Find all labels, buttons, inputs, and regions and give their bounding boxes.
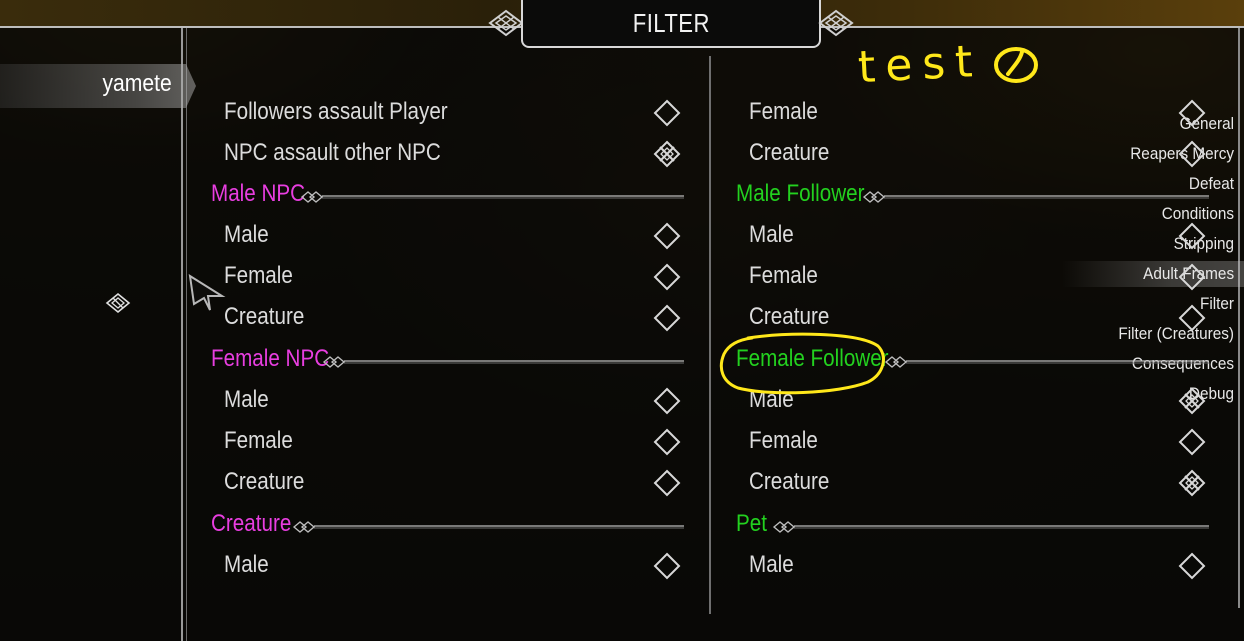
- toggle-pet-male[interactable]: [1177, 551, 1207, 581]
- mod-title: yamete: [102, 70, 172, 97]
- left-knot-ornament-icon: [488, 9, 524, 37]
- title-plaque: FILTER: [521, 0, 821, 48]
- option-followers-assault-player[interactable]: Followers assault Player: [224, 97, 448, 127]
- annotation-circle-female-follower: [719, 332, 885, 395]
- option-right-female[interactable]: Female: [749, 97, 818, 127]
- option-male-npc-creature[interactable]: Creature: [224, 302, 304, 332]
- option-female-npc-creature[interactable]: Creature: [224, 467, 304, 497]
- sidebar-item-stripping[interactable]: Stripping: [1063, 231, 1234, 257]
- option-male-npc-male[interactable]: Male: [224, 220, 269, 250]
- option-male-follower-creature[interactable]: Creature: [749, 302, 829, 332]
- header-male-follower: Male Follower: [736, 180, 865, 207]
- sidebar-item-conditions[interactable]: Conditions: [1063, 201, 1234, 227]
- option-female-follower-female[interactable]: Female: [749, 426, 818, 456]
- sidebar-item-reapers-mercy[interactable]: Reapers Mercy: [1063, 141, 1234, 167]
- annotation-test-text: test: [856, 35, 984, 94]
- option-female-npc-female[interactable]: Female: [224, 426, 293, 456]
- toggle-female-follower-creature[interactable]: [1177, 468, 1207, 498]
- header-rule-male-follower: [862, 191, 1209, 203]
- toggle-female-follower-female[interactable]: [1177, 427, 1207, 457]
- option-creature-male[interactable]: Male: [224, 550, 269, 580]
- toggle-female-npc-female[interactable]: [652, 427, 682, 457]
- header-rule-male-npc: [300, 191, 684, 203]
- right-frame-edge: [1238, 28, 1240, 608]
- header-female-npc: Female NPC: [211, 345, 330, 372]
- header-pet: Pet: [736, 510, 767, 537]
- option-male-follower-male[interactable]: Male: [749, 220, 794, 250]
- option-female-npc-male[interactable]: Male: [224, 385, 269, 415]
- toggle-followers-assault-player[interactable]: [652, 98, 682, 128]
- header-rule-pet: [772, 521, 1209, 533]
- option-right-creature[interactable]: Creature: [749, 138, 829, 168]
- toggle-male-follower-female[interactable]: [1177, 262, 1207, 292]
- toggle-male-npc-female[interactable]: [652, 262, 682, 292]
- option-male-npc-female[interactable]: Female: [224, 261, 293, 291]
- sidebar-divider-inner: [186, 28, 187, 641]
- filter-knot-icon: [105, 292, 131, 314]
- sidebar-item-filter-creatures[interactable]: Filter (Creatures): [1063, 321, 1234, 347]
- sidebar-item-adult-frames[interactable]: Adult Frames: [1062, 261, 1244, 287]
- toggle-right-female[interactable]: [1177, 98, 1207, 128]
- sidebar-item-general[interactable]: General: [1063, 111, 1234, 137]
- toggle-male-follower-creature[interactable]: [1177, 303, 1207, 333]
- annotation-circled-mark: ①: [994, 47, 1038, 83]
- option-male-follower-female[interactable]: Female: [749, 261, 818, 291]
- option-pet-male[interactable]: Male: [749, 550, 794, 580]
- toggle-npc-assault-other-npc[interactable]: [652, 139, 682, 169]
- toggle-male-npc-male[interactable]: [652, 221, 682, 251]
- mod-title-banner[interactable]: yamete: [0, 64, 196, 108]
- header-rule-creature: [292, 521, 684, 533]
- option-female-follower-creature[interactable]: Creature: [749, 467, 829, 497]
- toggle-female-npc-male[interactable]: [652, 386, 682, 416]
- option-npc-assault-other-npc[interactable]: NPC assault other NPC: [224, 138, 441, 168]
- mouse-cursor-icon: [188, 274, 226, 311]
- toggle-male-follower-male[interactable]: [1177, 221, 1207, 251]
- column-divider: [709, 56, 711, 614]
- sidebar-divider: [181, 28, 183, 641]
- page-title: FILTER: [632, 7, 710, 38]
- header-male-npc: Male NPC: [211, 180, 306, 207]
- header-creature: Creature: [211, 510, 292, 537]
- toggle-male-npc-creature[interactable]: [652, 303, 682, 333]
- right-knot-ornament-icon: [818, 9, 854, 37]
- header-rule-female-follower: [884, 356, 1209, 368]
- header-rule-female-npc: [322, 356, 684, 368]
- sidebar-item-debug[interactable]: Debug: [1063, 381, 1234, 407]
- toggle-right-creature[interactable]: [1177, 139, 1207, 169]
- sidebar-item-filter[interactable]: Filter: [1063, 291, 1234, 317]
- toggle-female-npc-creature[interactable]: [652, 468, 682, 498]
- toggle-creature-male[interactable]: [652, 551, 682, 581]
- toggle-female-follower-male[interactable]: [1177, 386, 1207, 416]
